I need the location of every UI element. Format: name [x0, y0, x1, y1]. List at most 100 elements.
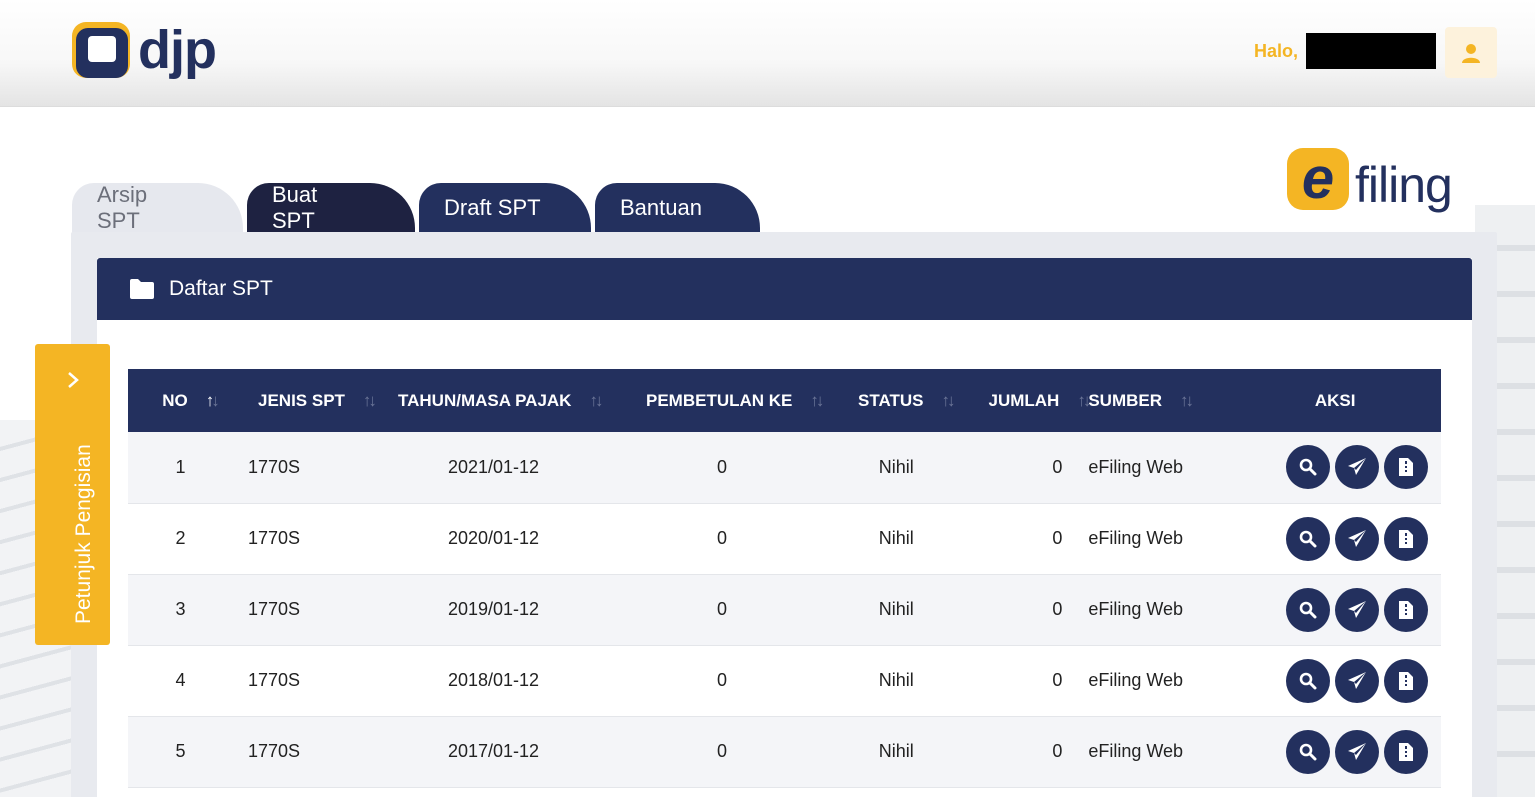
column-header-jumlah[interactable]: JUMLAH ↑↓ — [952, 369, 1091, 432]
chevron-right-icon — [66, 366, 80, 397]
download-button[interactable] — [1384, 516, 1428, 561]
cell-aksi — [1229, 716, 1441, 787]
tab-arsip-spt[interactable]: Arsip SPT — [72, 182, 243, 233]
column-label: STATUS — [858, 390, 924, 410]
cell-tahun-masa-pajak: 2018/01-12 — [447, 670, 540, 690]
download-button[interactable] — [1384, 587, 1428, 632]
cell-aksi — [1229, 432, 1441, 503]
cell-tahun-masa-pajak: 2020/01-12 — [447, 528, 540, 548]
sort-icon: ↑↓ — [941, 390, 955, 410]
document-icon — [1399, 529, 1413, 548]
send-icon — [1348, 529, 1366, 547]
cell-pembetulan-ke: 0 — [716, 741, 727, 761]
cell-aksi — [1229, 503, 1441, 574]
djp-logo-mark-icon — [72, 20, 132, 80]
tab-draft-spt[interactable]: Draft SPT — [419, 183, 591, 233]
column-header-aksi: AKSI — [1229, 369, 1441, 432]
column-label: AKSI — [1314, 390, 1356, 410]
view-button[interactable] — [1286, 587, 1330, 632]
column-header-pembetulan-ke[interactable]: PEMBETULAN KE ↑↓ — [604, 369, 840, 432]
user-icon — [1462, 43, 1480, 63]
efiling-logo-text: filing — [1355, 157, 1453, 213]
column-header-jenis-spt[interactable]: JENIS SPT ↑↓ — [233, 369, 383, 432]
cell-jumlah: 0 — [1052, 528, 1063, 548]
cell-status: Nihil — [878, 456, 914, 477]
cell-jumlah: 0 — [1052, 741, 1063, 761]
efiling-logo: e filing — [1287, 148, 1453, 213]
cell-jenis-spt: 1770S — [248, 599, 301, 619]
column-header-sumber[interactable]: SUMBER ↑↓ — [1088, 369, 1229, 432]
cell-sumber: eFiling Web — [1088, 670, 1184, 690]
send-button[interactable] — [1335, 516, 1379, 561]
cell-sumber: eFiling Web — [1088, 741, 1184, 761]
cell-jenis-spt: 1770S — [248, 670, 301, 690]
view-button[interactable] — [1286, 658, 1330, 703]
cell-status: Nihil — [878, 528, 914, 548]
search-icon — [1299, 672, 1317, 689]
column-label: JUMLAH — [988, 390, 1060, 410]
spt-table: NO ↑↓ JENIS SPT ↑↓ TAHUN/MASA PAJAK ↑↓ PEMB… — [128, 369, 1441, 788]
send-icon — [1348, 742, 1366, 760]
cell-pembetulan-ke: 0 — [716, 670, 727, 690]
table-header-row: NO ↑↓ JENIS SPT ↑↓ TAHUN/MASA PAJAK ↑↓ PEMB… — [128, 369, 1441, 432]
cell-pembetulan-ke: 0 — [716, 528, 727, 548]
document-icon — [1399, 671, 1413, 690]
download-button[interactable] — [1384, 729, 1428, 774]
tab-buat-spt[interactable]: Buat SPT — [247, 182, 415, 233]
sort-icon: ↑↓ — [1077, 390, 1091, 410]
sort-icon: ↑↓ — [205, 390, 220, 410]
djp-logo[interactable]: djp — [72, 18, 232, 82]
redacted-username — [1306, 33, 1436, 69]
cell-no: 5 — [175, 741, 186, 761]
search-icon — [1299, 601, 1317, 618]
view-button[interactable] — [1286, 516, 1330, 561]
efiling-logo-letter: e — [1287, 148, 1349, 210]
greeting-text: Halo, — [1253, 41, 1298, 61]
cell-sumber: eFiling Web — [1088, 528, 1184, 548]
view-button[interactable] — [1286, 445, 1330, 490]
column-label: TAHUN/MASA PAJAK — [398, 390, 572, 410]
cell-jenis-spt: 1770S — [248, 741, 301, 761]
download-button[interactable] — [1384, 658, 1428, 703]
send-button[interactable] — [1335, 587, 1379, 632]
user-menu-button[interactable] — [1445, 27, 1497, 78]
column-header-status[interactable]: STATUS ↑↓ — [840, 369, 955, 432]
send-button[interactable] — [1335, 445, 1379, 490]
send-icon — [1348, 458, 1366, 476]
cell-jenis-spt: 1770S — [248, 528, 301, 548]
cell-no: 2 — [175, 528, 186, 548]
download-button[interactable] — [1384, 445, 1428, 490]
table-row: 1 1770S 2021/01-12 0 Nihil 0 eFiling Web — [128, 432, 1441, 503]
document-icon — [1399, 600, 1413, 619]
djp-logo-text: djp — [138, 20, 217, 80]
tab-bantuan[interactable]: Bantuan — [595, 183, 760, 233]
cell-tahun-masa-pajak: 2017/01-12 — [447, 741, 540, 761]
search-icon — [1299, 458, 1317, 476]
document-icon — [1399, 458, 1413, 477]
send-icon — [1348, 671, 1366, 689]
cell-tahun-masa-pajak: 2021/01-12 — [447, 456, 540, 477]
petunjuk-pengisian-tab[interactable]: Petunjuk Pengisian — [35, 344, 110, 645]
cell-status: Nihil — [878, 670, 914, 690]
cell-sumber: eFiling Web — [1088, 599, 1184, 619]
search-icon — [1299, 530, 1317, 547]
cell-jumlah: 0 — [1052, 456, 1063, 477]
cell-no: 1 — [175, 456, 186, 477]
send-button[interactable] — [1335, 729, 1379, 774]
cell-status: Nihil — [878, 599, 914, 619]
send-button[interactable] — [1335, 658, 1379, 703]
column-header-tahun-masa-pajak[interactable]: TAHUN/MASA PAJAK ↑↓ — [383, 369, 604, 432]
view-button[interactable] — [1286, 729, 1330, 774]
table-row: 5 1770S 2017/01-12 0 Nihil 0 eFiling Web — [128, 716, 1441, 787]
table-row: 4 1770S 2018/01-12 0 Nihil 0 eFiling Web — [128, 645, 1441, 716]
sort-icon: ↑↓ — [1180, 390, 1194, 410]
column-label: SUMBER — [1088, 390, 1162, 410]
column-header-no[interactable]: NO ↑↓ — [128, 369, 233, 432]
cell-jumlah: 0 — [1052, 599, 1063, 619]
cell-sumber: eFiling Web — [1088, 456, 1184, 477]
table-row: 3 1770S 2019/01-12 0 Nihil 0 eFiling Web — [128, 574, 1441, 645]
column-label: NO — [162, 390, 188, 410]
cell-aksi — [1229, 645, 1441, 716]
card-header: Daftar SPT — [97, 258, 1472, 320]
sort-icon: ↑↓ — [362, 390, 377, 410]
